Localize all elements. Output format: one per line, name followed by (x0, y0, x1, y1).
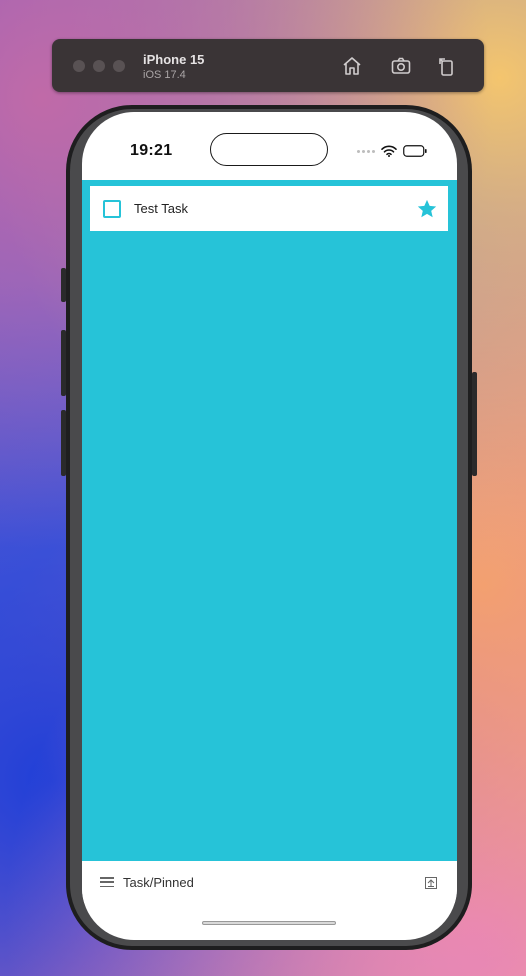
status-icons (357, 145, 427, 157)
dynamic-island (210, 133, 328, 166)
volume-up-button[interactable] (61, 330, 66, 396)
task-item[interactable]: Test Task (90, 186, 448, 231)
status-time: 19:21 (130, 142, 173, 159)
simulator-toolbar: iPhone 15 iOS 17.4 (52, 39, 484, 92)
volume-down-button[interactable] (61, 410, 66, 476)
home-indicator[interactable] (202, 921, 336, 925)
screenshot-icon[interactable] (390, 55, 412, 77)
rotate-icon[interactable] (436, 55, 458, 77)
close-window-button[interactable] (73, 60, 85, 72)
power-button[interactable] (472, 372, 477, 476)
os-version: iOS 17.4 (143, 69, 186, 81)
minimize-window-button[interactable] (93, 60, 105, 72)
device-name: iPhone 15 (143, 52, 205, 67)
task-checkbox[interactable] (103, 199, 121, 218)
battery-icon (403, 145, 427, 157)
menu-icon[interactable] (100, 876, 114, 888)
zoom-window-button[interactable] (113, 60, 125, 72)
home-icon[interactable] (341, 55, 363, 77)
storybook-bottom-bar: Task/Pinned (82, 861, 457, 903)
storybook-canvas: Test Task (82, 180, 457, 861)
story-name[interactable]: Task/Pinned (123, 875, 425, 890)
action-button[interactable] (61, 268, 66, 302)
star-icon[interactable] (416, 198, 438, 220)
task-title[interactable]: Test Task (134, 201, 416, 216)
cellular-dots-icon (357, 149, 375, 153)
wifi-icon (381, 145, 397, 157)
addons-icon[interactable] (425, 876, 437, 889)
phone-screen: 19:21 Test Task Task/Pinned (82, 112, 457, 940)
